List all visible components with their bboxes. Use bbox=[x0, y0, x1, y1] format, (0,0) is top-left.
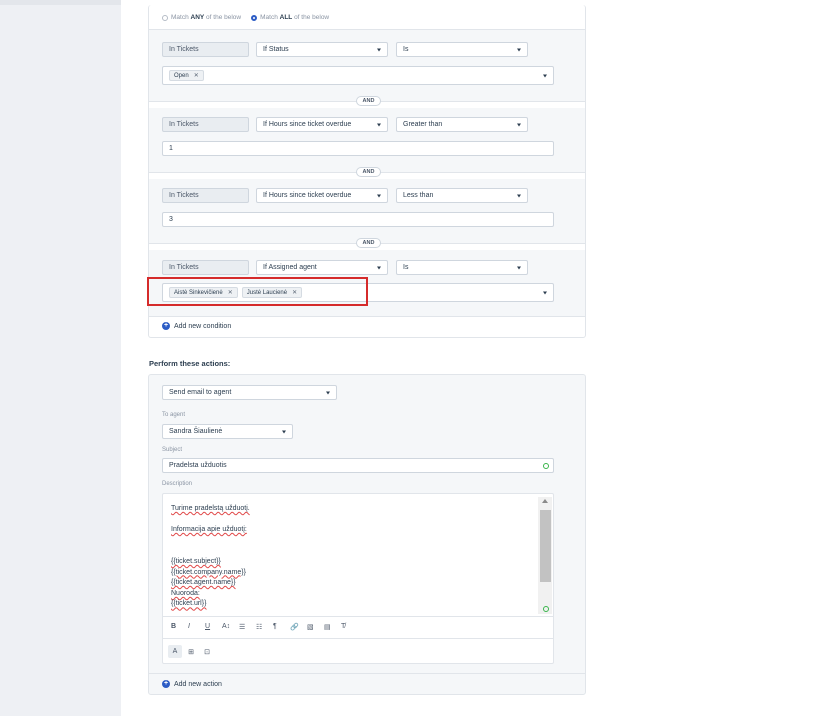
divider bbox=[149, 673, 585, 674]
to-agent-select[interactable]: Sandra Šiaulienė bbox=[162, 424, 293, 439]
chevron-down-icon bbox=[517, 48, 521, 51]
chevron-down-icon bbox=[377, 266, 381, 269]
subject-input[interactable]: Pradelsta užduotis bbox=[162, 458, 554, 473]
chevron-down-icon bbox=[517, 266, 521, 269]
chevron-down-icon bbox=[517, 194, 521, 197]
paragraph-button[interactable]: ¶ bbox=[273, 623, 290, 630]
condition-3-value-input[interactable]: 3 bbox=[162, 212, 554, 227]
add-action-button[interactable]: + Add new action bbox=[162, 680, 222, 688]
placeholder-insert-icon[interactable] bbox=[543, 462, 549, 469]
underline-button[interactable]: U bbox=[205, 623, 222, 630]
condition-1-value-multiselect[interactable]: Open ✕ bbox=[162, 66, 554, 85]
chevron-down-icon bbox=[543, 291, 547, 294]
condition-2-value-input[interactable]: 1 bbox=[162, 141, 554, 156]
condition-4-scope[interactable]: In Tickets bbox=[162, 260, 249, 275]
editor-secondary-toolbar: A ⊞ ⊡ bbox=[163, 638, 553, 664]
chevron-down-icon bbox=[517, 123, 521, 126]
condition-1-field-select[interactable]: If Status bbox=[256, 42, 388, 57]
insert-placeholder-button[interactable]: ⊞ bbox=[184, 645, 198, 658]
condition-2-operator-select[interactable]: Greater than bbox=[396, 117, 528, 132]
match-all-label: Match ALL of the below bbox=[260, 14, 330, 21]
editor-scroll-thumb[interactable] bbox=[540, 510, 551, 582]
condition-3-operator-select[interactable]: Less than bbox=[396, 188, 528, 203]
chevron-down-icon bbox=[377, 194, 381, 197]
plus-circle-icon: + bbox=[162, 680, 170, 688]
chevron-down-icon bbox=[326, 391, 330, 394]
and-separator-2: AND bbox=[356, 167, 381, 177]
radio-match-any[interactable] bbox=[162, 14, 168, 21]
text-mode-button[interactable]: A bbox=[168, 645, 182, 658]
add-action-label: Add new action bbox=[174, 680, 222, 688]
radio-match-all[interactable] bbox=[251, 14, 258, 21]
condition-4-field-select[interactable]: If Assigned agent bbox=[256, 260, 388, 275]
bold-button[interactable]: B bbox=[171, 623, 188, 630]
chevron-down-icon bbox=[543, 74, 547, 77]
description-label: Description bbox=[162, 481, 193, 487]
chevron-down-icon bbox=[377, 48, 381, 51]
and-separator-1: AND bbox=[356, 96, 381, 106]
condition-2-scope[interactable]: In Tickets bbox=[162, 117, 249, 132]
plus-circle-icon: + bbox=[162, 322, 170, 330]
actions-title: Perform these actions: bbox=[149, 359, 231, 368]
placeholder-insert-icon[interactable] bbox=[543, 606, 549, 612]
insert-canned-button[interactable]: ⊡ bbox=[200, 645, 214, 658]
link-button[interactable]: 🔗 bbox=[290, 623, 307, 631]
match-any-label: Match ANY of the below bbox=[171, 14, 242, 21]
editor-format-toolbar: B I U A↕ ☰ ☷ ¶ 🔗 ▧ ▤ T̸ bbox=[163, 616, 553, 636]
bullet-list-button[interactable]: ☰ bbox=[239, 623, 256, 631]
condition-3-scope[interactable]: In Tickets bbox=[162, 188, 249, 203]
value-chip: Open ✕ bbox=[169, 70, 204, 81]
divider bbox=[149, 316, 585, 317]
condition-4-operator-select[interactable]: Is bbox=[396, 260, 528, 275]
subject-label: Subject bbox=[162, 447, 183, 453]
close-icon[interactable]: ✕ bbox=[194, 72, 199, 79]
condition-1-scope[interactable]: In Tickets bbox=[162, 42, 249, 57]
action-type-select[interactable]: Send email to agent bbox=[162, 385, 337, 400]
chevron-down-icon bbox=[377, 123, 381, 126]
condition-1-operator-select[interactable]: Is bbox=[396, 42, 528, 57]
scroll-up-icon[interactable] bbox=[542, 499, 548, 503]
condition-2-field-select[interactable]: If Hours since ticket overdue bbox=[256, 117, 388, 132]
description-text[interactable]: Turime pradelstą užduotį. Informacija ap… bbox=[171, 504, 250, 610]
add-condition-label: Add new condition bbox=[174, 322, 232, 330]
to-agent-label: To agent bbox=[162, 412, 186, 418]
italic-button[interactable]: I bbox=[188, 623, 205, 630]
font-size-button[interactable]: A↕ bbox=[222, 623, 239, 630]
condition-3-field-select[interactable]: If Hours since ticket overdue bbox=[256, 188, 388, 203]
description-editor[interactable]: Turime pradelstą užduotį. Informacija ap… bbox=[162, 493, 554, 664]
and-separator-3: AND bbox=[356, 238, 381, 248]
match-mode: Match ANY of the below Match ALL of the … bbox=[162, 14, 329, 21]
image-button[interactable]: ▧ bbox=[307, 623, 324, 631]
highlight-box bbox=[147, 277, 368, 306]
chevron-down-icon bbox=[282, 430, 286, 433]
numbered-list-button[interactable]: ☷ bbox=[256, 623, 273, 631]
table-button[interactable]: ▤ bbox=[324, 623, 341, 631]
clear-format-button[interactable]: T̸ bbox=[341, 623, 358, 630]
add-condition-button[interactable]: + Add new condition bbox=[162, 322, 231, 330]
